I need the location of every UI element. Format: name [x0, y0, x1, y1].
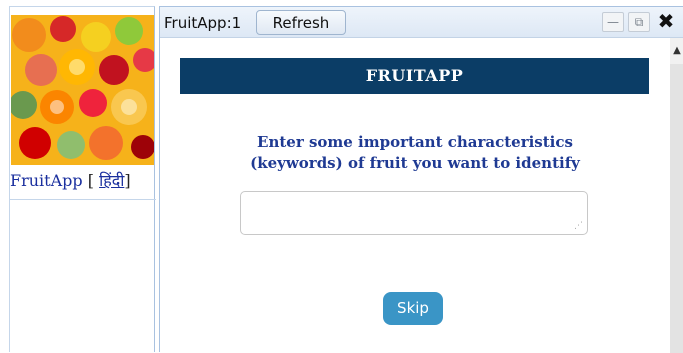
- main-content: FRUITAPP Enter some important characteri…: [160, 38, 670, 353]
- instruction-line-1: Enter some important characteristics: [257, 133, 573, 151]
- fruitapp-link[interactable]: FruitApp: [10, 171, 83, 190]
- instruction-line-2: (keywords) of fruit you want to identify: [250, 154, 580, 172]
- close-icon[interactable]: ✖: [655, 10, 677, 32]
- window-title: FruitApp:1: [164, 14, 242, 32]
- app-banner: FRUITAPP: [180, 58, 649, 94]
- popout-icon[interactable]: ⧉: [628, 12, 650, 32]
- minimize-icon[interactable]: —: [602, 12, 624, 32]
- bracket-open: [: [87, 171, 94, 190]
- bracket-close: ]: [124, 171, 131, 190]
- skip-button[interactable]: Skip: [383, 292, 443, 325]
- window-titlebar: FruitApp:1 Refresh — ⧉ ✖: [160, 7, 683, 38]
- hindi-language-link[interactable]: हिंदी: [99, 171, 124, 190]
- fruit-collage-image: [11, 15, 154, 165]
- left-sidebar: FruitApp [ हिंदी]: [9, 6, 156, 352]
- scroll-up-arrow-icon[interactable]: ▲: [670, 38, 683, 64]
- instruction-text: Enter some important characteristics (ke…: [200, 132, 630, 174]
- divider: [10, 199, 156, 200]
- resize-grip-icon[interactable]: ⋰: [574, 221, 584, 231]
- app-window: FruitApp:1 Refresh — ⧉ ✖ FRUITAPP Enter …: [159, 6, 683, 353]
- keywords-input[interactable]: [240, 191, 588, 235]
- refresh-button[interactable]: Refresh: [256, 10, 346, 35]
- vertical-scrollbar[interactable]: ▲: [670, 38, 683, 353]
- app-link-row: FruitApp [ हिंदी]: [10, 170, 156, 192]
